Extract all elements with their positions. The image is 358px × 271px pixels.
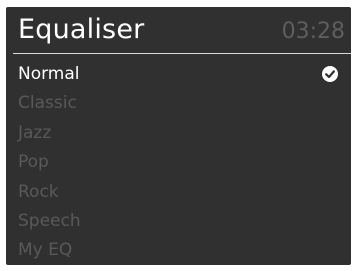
equaliser-preset-list: Normal Classic Jazz Pop Rock Speech My E…	[6, 60, 351, 265]
preset-label: Speech	[18, 210, 81, 231]
preset-item-classic[interactable]: Classic	[6, 89, 351, 118]
clock-time: 03:28	[281, 19, 345, 44]
preset-label: Rock	[18, 181, 59, 202]
preset-label: Normal	[18, 64, 80, 84]
header-divider	[13, 53, 351, 54]
preset-item-my-eq[interactable]: My EQ	[6, 236, 351, 265]
preset-label: Classic	[18, 93, 77, 114]
preset-label: My EQ	[18, 240, 73, 261]
preset-label: Jazz	[18, 122, 52, 143]
checkmark-circle-icon	[322, 66, 338, 82]
header-bar: Equaliser 03:28	[6, 7, 351, 53]
preset-item-normal[interactable]: Normal	[6, 60, 351, 89]
preset-item-jazz[interactable]: Jazz	[6, 119, 351, 148]
preset-label: Pop	[18, 152, 49, 173]
page-title: Equaliser	[18, 14, 145, 45]
preset-item-speech[interactable]: Speech	[6, 207, 351, 236]
preset-item-rock[interactable]: Rock	[6, 178, 351, 207]
preset-item-pop[interactable]: Pop	[6, 148, 351, 177]
equaliser-screen: Equaliser 03:28 Normal Classic Jazz Pop …	[6, 7, 351, 265]
